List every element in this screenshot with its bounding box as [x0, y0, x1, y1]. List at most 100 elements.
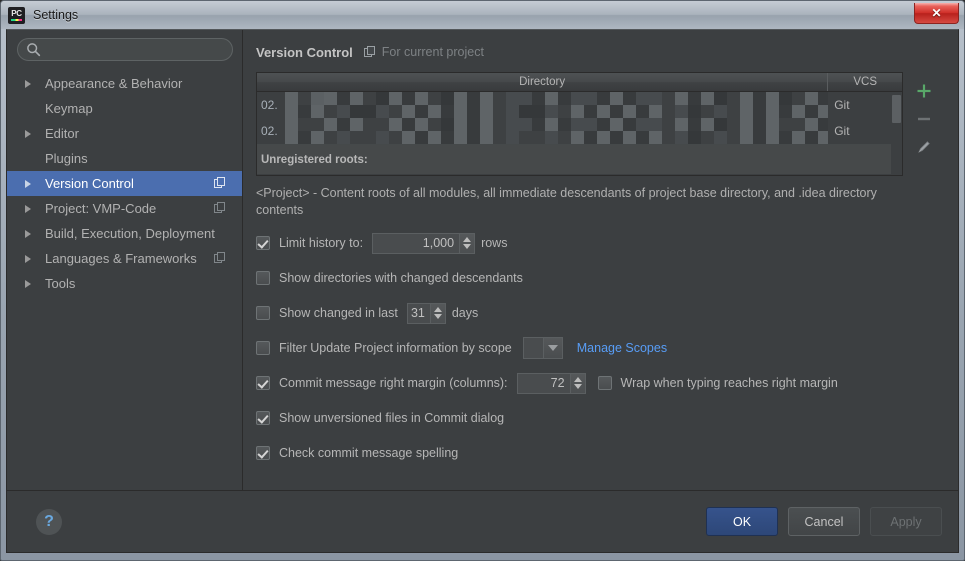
option-row-filter-update-by-scope: Filter Update Project information by sco… [256, 337, 945, 359]
page-scope-label: For current project [382, 45, 484, 59]
page-title: Version Control [256, 45, 353, 60]
unregistered-roots-row: Unregistered roots: [257, 144, 902, 174]
edit-icon [916, 139, 932, 155]
close-button[interactable]: ✕ [914, 3, 959, 24]
sidebar-item-keymap[interactable]: Keymap [7, 96, 242, 121]
directory-prefix: 02. [261, 98, 278, 112]
scope-dropdown-value [524, 338, 543, 358]
vcs-mappings-region: Directory VCS 02. Git 02. [256, 72, 945, 176]
spinner-limit-history[interactable]: 1,000 [372, 233, 475, 254]
chevron-down-icon [543, 338, 562, 358]
window-titlebar: PC Settings ✕ [1, 1, 964, 29]
ok-button[interactable]: OK [706, 507, 778, 536]
project-scope-icon [214, 202, 226, 214]
settings-tree: Appearance & Behavior Keymap Editor Plug… [7, 71, 242, 296]
sidebar-item-build-execution-deployment[interactable]: Build, Execution, Deployment [7, 221, 242, 246]
option-row-limit-history: Limit history to: 1,000 rows [256, 232, 945, 254]
checkbox-limit-history[interactable] [256, 236, 270, 250]
spinner-value[interactable]: 31 [408, 304, 430, 323]
option-row-check-spelling: Check commit message spelling [256, 442, 945, 464]
cell-directory: 02. [257, 92, 828, 118]
sidebar-item-project-vmp-code[interactable]: Project: VMP-Code [7, 196, 242, 221]
sidebar-item-label: Project: VMP-Code [45, 201, 156, 216]
option-label: Filter Update Project information by sco… [279, 341, 512, 355]
cancel-button[interactable]: Cancel [788, 507, 860, 536]
checkbox-filter-update-by-scope[interactable] [256, 341, 270, 355]
column-header-vcs[interactable]: VCS [828, 73, 902, 91]
table-vertical-scrollbar[interactable] [891, 92, 902, 175]
remove-button[interactable] [910, 106, 938, 132]
sidebar-item-label: Build, Execution, Deployment [45, 226, 215, 241]
directory-prefix: 02. [261, 124, 278, 138]
settings-content-pane: Version Control For current project Dire… [244, 30, 959, 492]
spinner-value[interactable]: 72 [518, 374, 570, 393]
option-label: Check commit message spelling [279, 446, 458, 460]
option-row-commit-right-margin: Commit message right margin (columns): 7… [256, 372, 945, 394]
column-header-directory[interactable]: Directory [257, 73, 828, 91]
option-row-show-dirs-changed-descendants: Show directories with changed descendant… [256, 267, 945, 289]
option-label: Show changed in last [279, 306, 398, 320]
sidebar-item-label: Version Control [45, 176, 134, 191]
chevron-right-icon [25, 177, 38, 190]
os-window-frame: PC Settings ✕ Appearance & Behavior [0, 0, 965, 561]
option-row-show-unversioned-files: Show unversioned files in Commit dialog [256, 407, 945, 429]
spinner-stepper[interactable] [430, 304, 445, 323]
sidebar-item-editor[interactable]: Editor [7, 121, 242, 146]
spinner-days[interactable]: 31 [407, 303, 446, 324]
chevron-right-icon [25, 227, 38, 240]
option-suffix: days [452, 306, 478, 320]
checkbox-show-unversioned-files[interactable] [256, 411, 270, 425]
project-scope-icon [214, 252, 226, 264]
apply-button[interactable]: Apply [870, 507, 942, 536]
manage-scopes-link[interactable]: Manage Scopes [577, 341, 667, 355]
spinner-right-margin[interactable]: 72 [517, 373, 586, 394]
help-icon: ? [44, 514, 54, 530]
sidebar-item-languages-frameworks[interactable]: Languages & Frameworks [7, 246, 242, 271]
cell-directory: 02. [257, 118, 828, 144]
redacted-directory-path [285, 118, 828, 144]
checkbox-check-spelling[interactable] [256, 446, 270, 460]
sidebar-item-label: Appearance & Behavior [45, 76, 182, 91]
redacted-directory-path [285, 92, 828, 118]
table-row[interactable]: 02. Git [257, 92, 902, 118]
search-field-wrapper [17, 38, 232, 61]
checkbox-commit-right-margin[interactable] [256, 376, 270, 390]
search-input[interactable] [17, 38, 233, 61]
sidebar-item-plugins[interactable]: Plugins [7, 146, 242, 171]
dialog-footer: ? OK Cancel Apply [7, 490, 959, 552]
table-toolbar [903, 72, 945, 176]
help-button[interactable]: ? [36, 509, 62, 535]
spinner-value[interactable]: 1,000 [373, 234, 459, 253]
spinner-stepper[interactable] [459, 234, 474, 253]
close-icon: ✕ [931, 6, 941, 20]
project-scope-icon [214, 177, 226, 189]
add-button[interactable] [910, 78, 938, 104]
checkbox-wrap-when-typing[interactable] [598, 376, 612, 390]
spinner-stepper[interactable] [570, 374, 585, 393]
window-title: Settings [33, 8, 78, 22]
edit-button[interactable] [910, 134, 938, 160]
chevron-right-icon [25, 277, 38, 290]
checkbox-show-dirs-changed-descendants[interactable] [256, 271, 270, 285]
option-label: Show unversioned files in Commit dialog [279, 411, 504, 425]
chevron-right-icon [25, 202, 38, 215]
sidebar-item-tools[interactable]: Tools [7, 271, 242, 296]
checkbox-show-changed-in-last[interactable] [256, 306, 270, 320]
content-roots-description: <Project> - Content roots of all modules… [256, 185, 911, 219]
page-header: Version Control For current project [256, 42, 945, 62]
table-header-row: Directory VCS [257, 73, 902, 92]
vcs-mappings-table[interactable]: Directory VCS 02. Git 02. [256, 72, 903, 176]
sidebar-item-appearance-behavior[interactable]: Appearance & Behavior [7, 71, 242, 96]
sidebar-item-version-control[interactable]: Version Control [7, 171, 242, 196]
settings-dialog: Appearance & Behavior Keymap Editor Plug… [6, 29, 959, 553]
chevron-right-icon [25, 127, 38, 140]
sidebar-item-label: Languages & Frameworks [45, 251, 197, 266]
table-row[interactable]: 02. Git [257, 118, 902, 144]
sidebar-item-label: Plugins [45, 151, 88, 166]
option-suffix: rows [481, 236, 507, 250]
add-icon [916, 83, 932, 99]
option-label: Limit history to: [279, 236, 363, 250]
option-label: Wrap when typing reaches right margin [621, 376, 838, 390]
scope-dropdown[interactable] [523, 337, 563, 359]
chevron-right-icon [25, 252, 38, 265]
